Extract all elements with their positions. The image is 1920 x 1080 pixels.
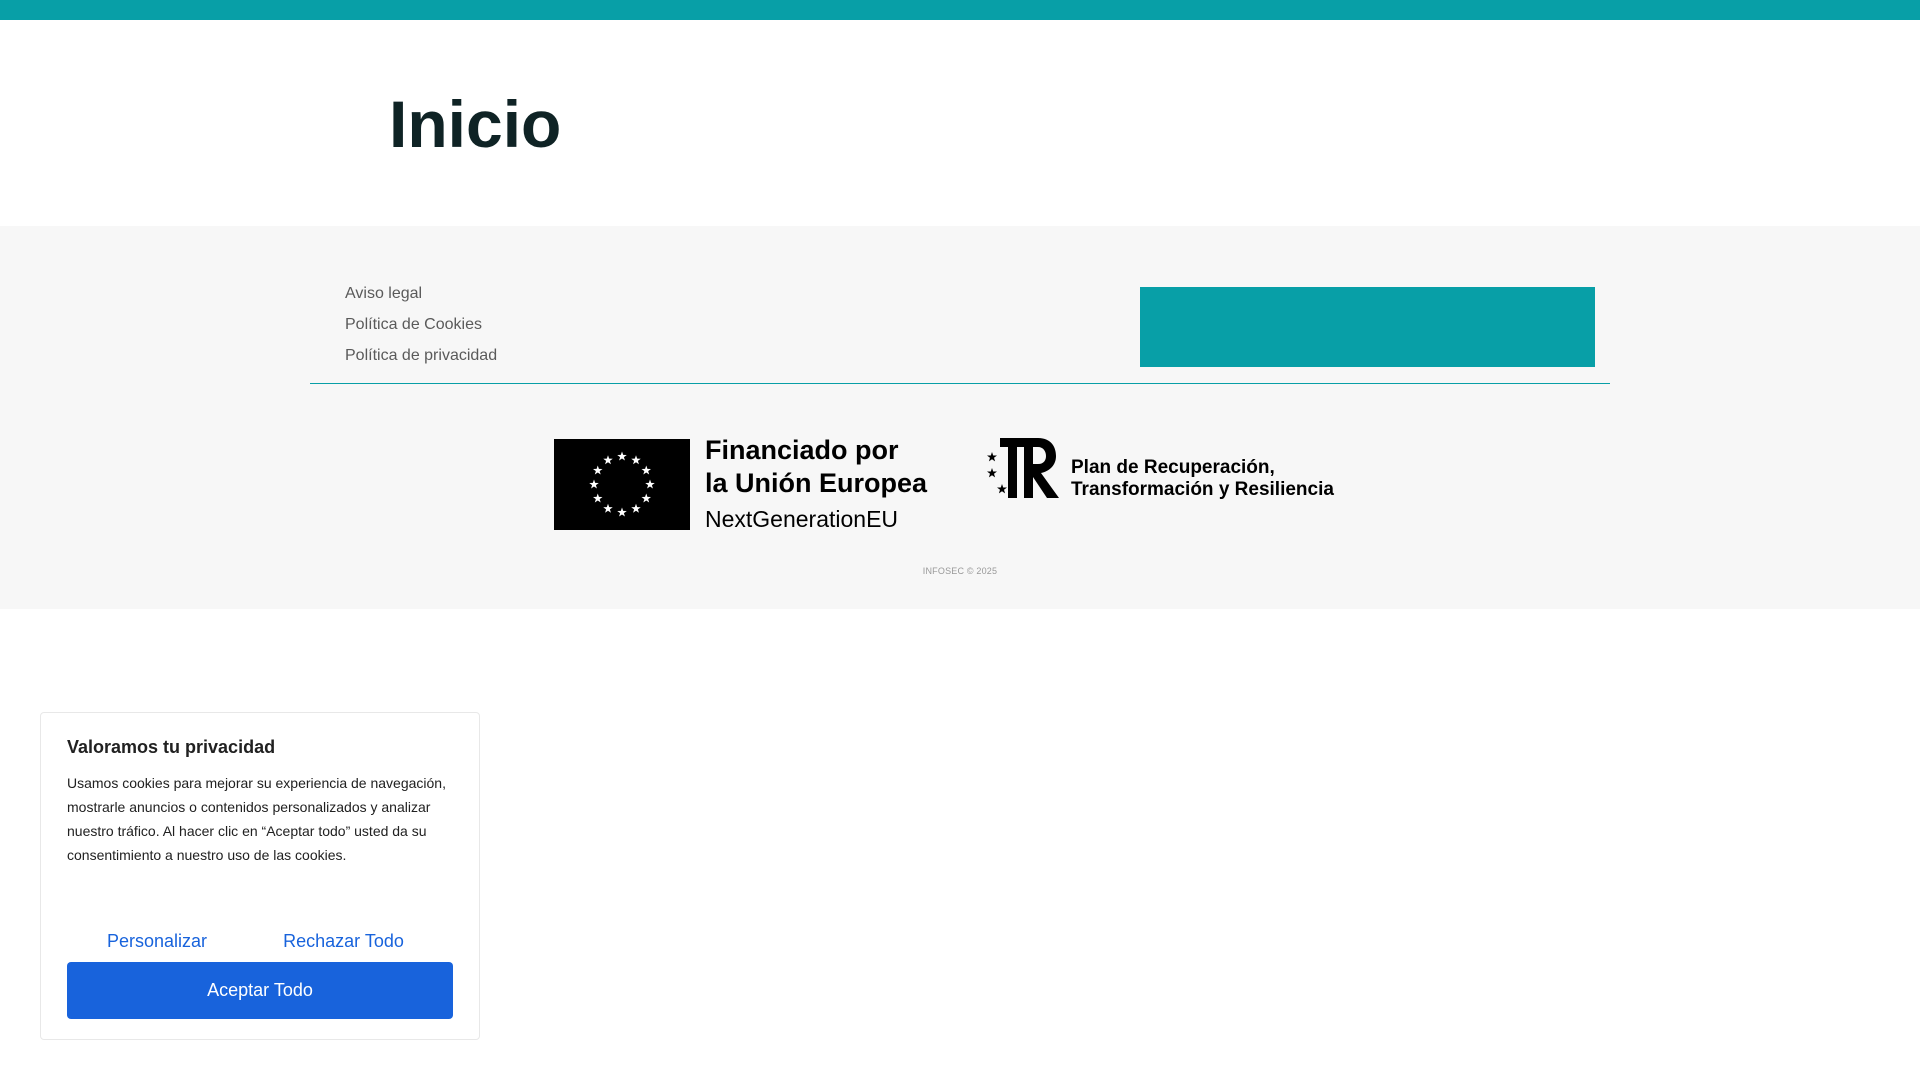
eu-stars-icon [589, 451, 655, 517]
top-accent-bar [0, 0, 1920, 20]
privacy-policy-link[interactable]: Política de privacidad [345, 347, 497, 364]
recovery-plan-text: Plan de Recuperación, Transformación y R… [1071, 457, 1334, 501]
eu-logo-line2: la Unión Europea [705, 468, 928, 498]
legal-notice-link[interactable]: Aviso legal [345, 285, 422, 302]
recovery-plan-line2: Transformación y Resiliencia [1071, 479, 1334, 500]
eu-star-icon [631, 455, 641, 465]
eu-star-icon [589, 479, 599, 489]
footer-divider [310, 383, 1610, 384]
eu-star-icon [593, 493, 603, 503]
cookie-banner-text: Usamos cookies para mejorar su experienc… [67, 775, 446, 863]
footer-link-item: Política de Cookies [345, 309, 497, 340]
eu-star-icon [641, 493, 651, 503]
eu-star-icon [603, 455, 613, 465]
copyright-text: INFOSEC © 2025 [922, 566, 998, 576]
reject-all-button[interactable]: Rechazar Todo [251, 921, 436, 961]
site-footer: Aviso legal Política de Cookies Política… [0, 226, 1920, 609]
cookie-policy-link[interactable]: Política de Cookies [345, 316, 482, 333]
eu-flag-icon [554, 439, 690, 530]
eu-star-icon [631, 503, 641, 513]
recovery-plan-line1: Plan de Recuperación, [1071, 457, 1275, 478]
footer-links: Aviso legal Política de Cookies Política… [345, 278, 497, 371]
eu-logo-line3: NextGenerationEU [705, 506, 899, 532]
eu-logo-text: Financiado por la Unión Europea NextGene… [705, 434, 927, 536]
footer-link-item: Aviso legal [345, 278, 497, 309]
eu-star-icon [617, 451, 627, 461]
recovery-plan-logo: Plan de Recuperación, Transformación y R… [986, 436, 1366, 506]
eu-star-icon [645, 479, 655, 489]
eu-funding-logo: Financiado por la Unión Europea NextGene… [554, 434, 939, 534]
footer-teal-block [1140, 287, 1595, 367]
eu-star-icon [603, 503, 613, 513]
eu-logo-line1: Financiado por [705, 435, 899, 465]
eu-star-icon [641, 465, 651, 475]
page-title: Inicio [389, 87, 562, 161]
eu-star-icon [593, 465, 603, 475]
eu-star-icon [617, 507, 627, 517]
cookie-consent-banner: Valoramos tu privacidad Usamos cookies p… [40, 712, 480, 1040]
customize-button[interactable]: Personalizar [67, 921, 247, 961]
accept-all-button[interactable]: Aceptar Todo [67, 962, 453, 1019]
footer-link-item: Política de privacidad [345, 340, 497, 371]
cookie-banner-title: Valoramos tu privacidad [67, 737, 276, 757]
recovery-plan-mark-icon [987, 438, 1059, 498]
